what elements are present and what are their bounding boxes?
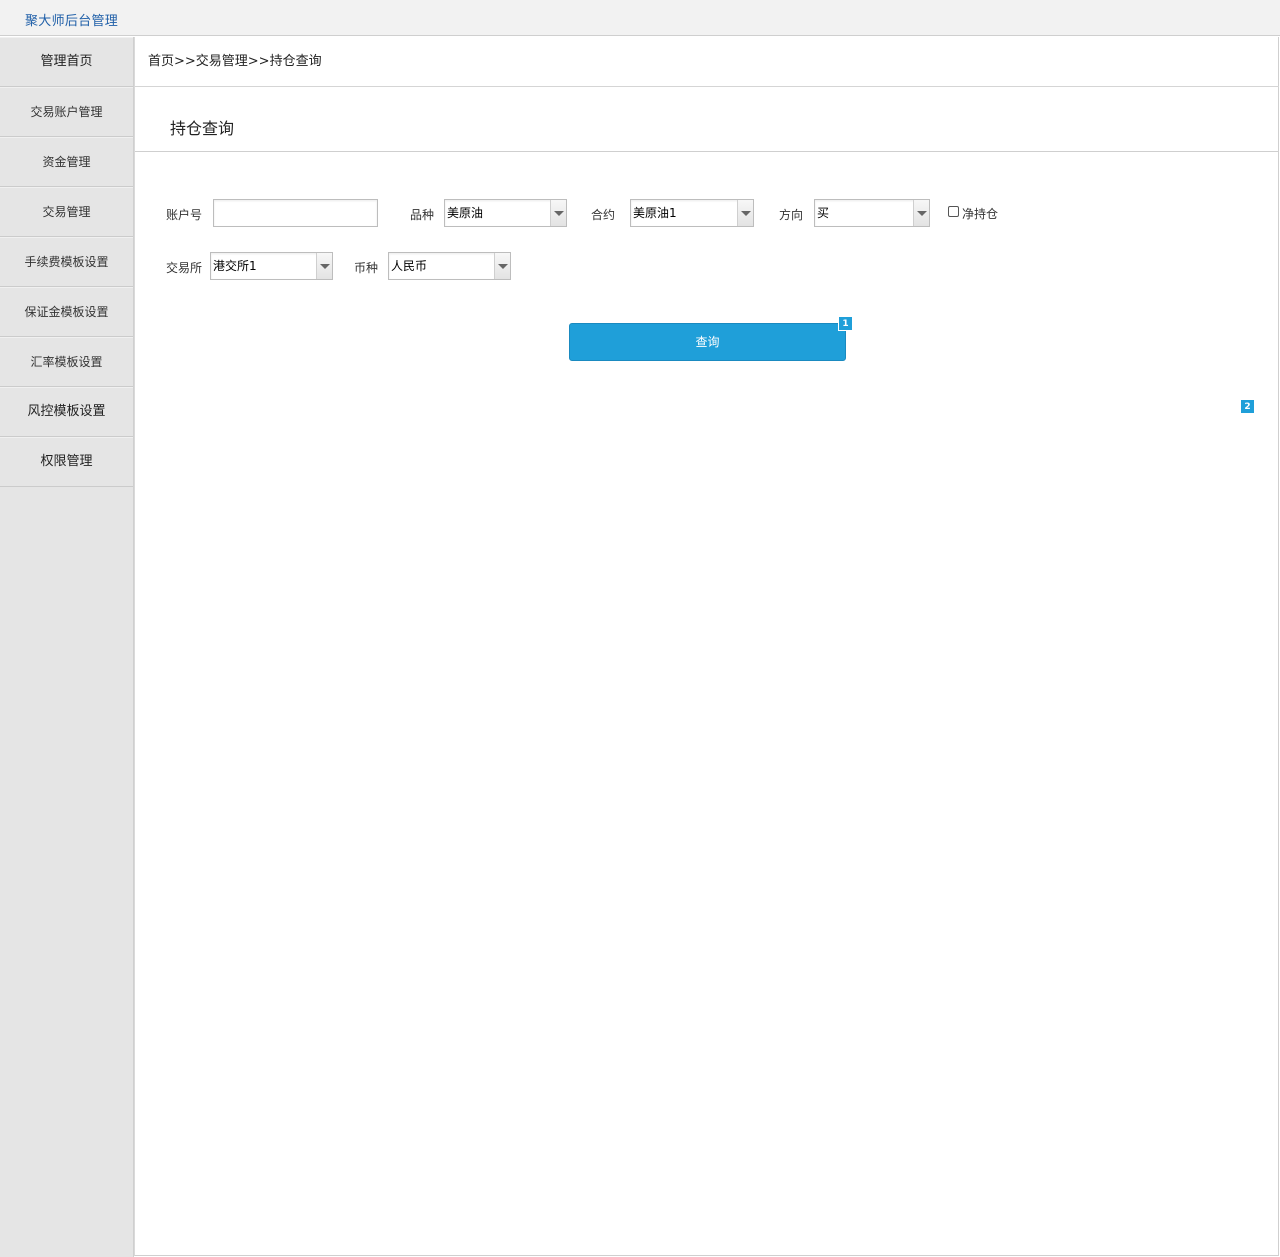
sidebar-item-margin-templates[interactable]: 保证金模板设置: [0, 287, 133, 337]
contract-dropdown-icon: [737, 200, 753, 226]
sidebar-item-exchange-rate-templates[interactable]: 汇率模板设置: [0, 337, 133, 387]
exchange-dropdown-icon: [316, 253, 332, 279]
page-title: 持仓查询: [135, 87, 1279, 152]
direction-value: 买: [817, 206, 830, 220]
sidebar-item-funds[interactable]: 资金管理: [0, 137, 133, 187]
sidebar-item-risk-templates[interactable]: 风控模板设置: [0, 387, 133, 437]
sidebar-item-trading[interactable]: 交易管理: [0, 187, 133, 237]
net-position-label: 净持仓: [962, 207, 999, 221]
currency-dropdown-icon: [494, 253, 510, 279]
currency-label: 币种: [354, 261, 379, 275]
net-position-checkbox[interactable]: [948, 206, 959, 217]
variety-dropdown-icon: [550, 200, 566, 226]
account-input[interactable]: [213, 199, 378, 227]
exchange-value: 港交所1: [213, 259, 257, 273]
exchange-label: 交易所: [166, 261, 203, 275]
sidebar-item-trading-accounts[interactable]: 交易账户管理: [0, 87, 133, 137]
direction-select[interactable]: 买: [814, 199, 930, 227]
sidebar-item-fee-templates[interactable]: 手续费模板设置: [0, 237, 133, 287]
sidebar-item-permissions[interactable]: 权限管理: [0, 437, 133, 487]
currency-value: 人民币: [391, 259, 428, 273]
app-title: 聚大师后台管理: [25, 14, 119, 29]
annotation-marker-1: 1: [838, 316, 853, 331]
exchange-select[interactable]: 港交所1: [210, 252, 333, 280]
variety-label: 品种: [410, 208, 435, 222]
sidebar: 管理首页 交易账户管理 资金管理 交易管理 手续费模板设置 保证金模板设置 汇率…: [0, 37, 134, 1257]
direction-label: 方向: [779, 208, 804, 222]
annotation-marker-2: 2: [1240, 399, 1255, 414]
currency-select[interactable]: 人民币: [388, 252, 511, 280]
contract-label: 合约: [591, 208, 616, 222]
contract-select[interactable]: 美原油1: [630, 199, 754, 227]
top-bar: 聚大师后台管理: [0, 0, 1280, 36]
contract-value: 美原油1: [633, 206, 677, 220]
variety-select[interactable]: 美原油: [444, 199, 567, 227]
sidebar-item-home[interactable]: 管理首页: [0, 37, 133, 87]
breadcrumb: 首页>>交易管理>>持仓查询: [135, 37, 1279, 87]
direction-dropdown-icon: [913, 200, 929, 226]
query-button[interactable]: 查询: [569, 323, 846, 361]
main-content: 首页>>交易管理>>持仓查询 持仓查询 账户号 品种 美原油 合约 美原油1 方…: [134, 37, 1279, 1256]
account-label: 账户号: [166, 208, 203, 222]
variety-value: 美原油: [447, 206, 484, 220]
